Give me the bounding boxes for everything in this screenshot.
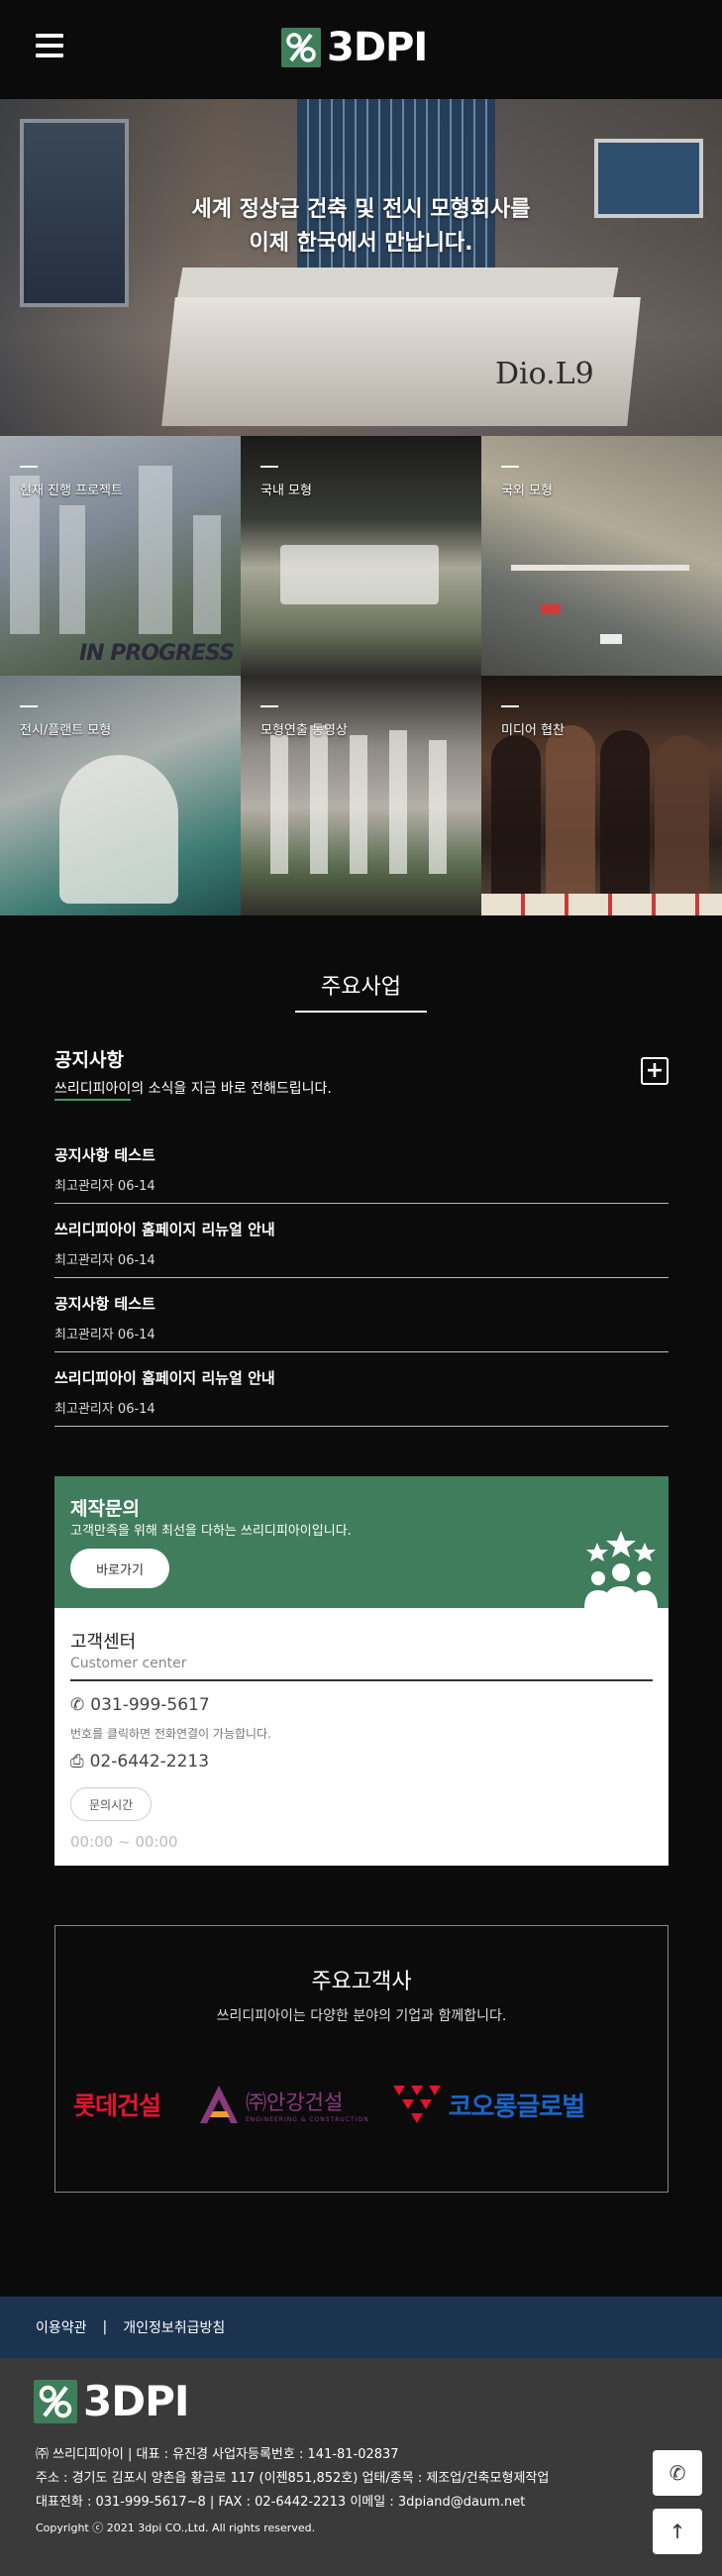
phone-icon: ✆ — [669, 2461, 686, 2485]
fax-number: 02-6442-2213 — [89, 1752, 210, 1771]
hero-title-line1: 세계 정상급 건축 및 전시 모형회사를 — [191, 197, 531, 222]
clients-title: 주요고객사 — [311, 1970, 412, 1994]
phone-icon: ✆ — [70, 1695, 85, 1715]
client-logo-anyang: ㈜안강건설 ENGINEERING & CONSTRUCTION — [196, 2084, 369, 2125]
notice-item[interactable]: 쓰리디피아이 홈페이지 리뉴얼 안내 최고관리자 06-14 — [54, 1204, 669, 1278]
company-info: ㈜ 쓰리디피아이 | 대표 : 유진경 사업자등록번호 : 141-81-028… — [36, 2443, 549, 2540]
copyright: Copyright ⓒ 2021 3dpi CO.,Ltd. All right… — [36, 2522, 316, 2534]
customers-stars-icon — [584, 1531, 658, 1608]
tile-exhibition-plant-models[interactable]: 전시/플랜트 모형 — [0, 676, 241, 915]
notice-subtitle: 쓰리디피아이의 소식을 지금 바로 전해드립니다. — [54, 1078, 669, 1101]
notice-item-title: 쓰리디피아이 홈페이지 리뉴얼 안내 — [54, 1221, 275, 1238]
inquiry-subtitle: 고객만족을 위해 최선을 다하는 쓰리디피아이입니다. — [70, 1524, 352, 1539]
hours-label: 문의시간 — [70, 1787, 153, 1821]
inquiry-banner: 제작문의 고객만족을 위해 최선을 다하는 쓰리디피아이입니다. 바로가기 — [54, 1476, 669, 1608]
tile-model-videos[interactable]: 모형연출 동영상 — [241, 676, 481, 915]
tile-label: 전시/플랜트 모형 — [20, 723, 112, 738]
footer-logo: 3DPI — [34, 2380, 189, 2423]
site-footer: 3DPI ㈜ 쓰리디피아이 | 대표 : 유진경 사업자등록번호 : 141-8… — [0, 2358, 722, 2576]
tile-label: 국외 모형 — [501, 483, 553, 498]
tile-current-projects[interactable]: 현재 진행 프로젝트 IN PROGRESS — [0, 436, 241, 676]
notice-item[interactable]: 공지사항 테스트 최고관리자 06-14 — [54, 1278, 669, 1352]
fax-icon: ⎙ — [70, 1752, 84, 1771]
hero-title: 세계 정상급 건축 및 전시 모형회사를 이제 한국에서 만납니다. — [0, 193, 722, 261]
clients-logo-slider: 롯데건설 ㈜안강건설 ENGINEERING & CONSTRUCTION 코오… — [73, 2080, 668, 2129]
notice-item-title: 공지사항 테스트 — [54, 1295, 155, 1313]
phone-note: 번호를 클릭하면 전화연결이 가능합니다. — [70, 1727, 271, 1741]
notice-more-button[interactable]: + — [641, 1057, 669, 1085]
logo-mark-icon — [34, 2380, 77, 2423]
logo-text: 3DPI — [327, 25, 428, 70]
notice-item[interactable]: 공지사항 테스트 최고관리자 06-14 — [54, 1129, 669, 1204]
business-title: 주요사업 — [295, 969, 427, 1013]
in-progress-overlay: IN PROGRESS — [79, 641, 235, 666]
portfolio-grid: 현재 진행 프로젝트 IN PROGRESS 국내 모형 국외 모형 전시/플랜… — [0, 436, 722, 915]
business-section-header: 주요사업 — [0, 969, 722, 1013]
tile-domestic-models[interactable]: 국내 모형 — [241, 436, 481, 676]
footer-links-bar: 이용약관 | 개인정보취급방침 — [0, 2297, 722, 2358]
company-info-line: 주소 : 경기도 김포시 양촌읍 황금로 117 (이젠851,852호) 업태… — [36, 2471, 550, 2486]
customer-center-subtitle: Customer center — [70, 1656, 187, 1671]
notice-section: 공지사항 쓰리디피아이의 소식을 지금 바로 전해드립니다. + 공지사항 테스… — [54, 1045, 669, 1427]
site-header: 3DPI — [0, 0, 722, 99]
tile-overseas-models[interactable]: 국외 모형 — [481, 436, 722, 676]
notice-subtitle-highlight: 쓰리디피아이 — [54, 1081, 132, 1101]
customer-center-title: 고객센터 — [70, 1632, 137, 1653]
kolon-mark-icon — [392, 2086, 441, 2123]
inquiry-title: 제작문의 — [70, 1498, 140, 1520]
fax-row: ⎙ 02-6442-2213 — [70, 1752, 653, 1771]
hero-banner: Dio.L9 세계 정상급 건축 및 전시 모형회사를 이제 한국에서 만납니다… — [0, 99, 722, 436]
phone-number: 031-999-5617 — [90, 1695, 210, 1715]
customer-center: 고객센터 Customer center ✆ 031-999-5617 번호를 … — [54, 1608, 669, 1851]
client-logo-lotte: 롯데건설 — [73, 2092, 161, 2120]
hours-value: 00:00 ~ 00:00 — [70, 1833, 178, 1851]
privacy-link[interactable]: 개인정보취급방침 — [123, 2317, 225, 2337]
notice-subtitle-rest: 의 소식을 지금 바로 전해드립니다. — [131, 1081, 332, 1097]
company-info-line: 대표전화 : 031-999-5617~8 | FAX : 02-6442-22… — [36, 2495, 526, 2510]
scroll-top-button[interactable]: ↑ — [653, 2509, 702, 2554]
site-logo[interactable]: 3DPI — [281, 25, 428, 70]
notice-item-meta: 최고관리자 06-14 — [54, 1179, 155, 1194]
notice-item-title: 공지사항 테스트 — [54, 1146, 155, 1164]
footer-logo-text: 3DPI — [83, 2377, 189, 2425]
hero-brand-sign: Dio.L9 — [495, 357, 594, 391]
arrow-up-icon: ↑ — [669, 2520, 686, 2543]
notice-title: 공지사항 — [54, 1049, 124, 1071]
notice-item[interactable]: 쓰리디피아이 홈페이지 리뉴얼 안내 최고관리자 06-14 — [54, 1352, 669, 1427]
clients-section: 주요고객사 쓰리디피아이는 다양한 분야의 기업과 함께합니다. 롯데건설 ㈜안… — [54, 1925, 669, 2193]
notice-item-meta: 최고관리자 06-14 — [54, 1328, 155, 1342]
anyang-name: ㈜안강건설 — [246, 2090, 344, 2114]
kolon-name: 코오롱글로벌 — [448, 2092, 586, 2122]
notice-item-title: 쓰리디피아이 홈페이지 리뉴얼 안내 — [54, 1369, 275, 1387]
tile-media-sponsorship[interactable]: 미디어 협찬 — [481, 676, 722, 915]
client-logo-kolon: 코오롱글로벌 — [391, 2082, 585, 2127]
anyang-mark-icon — [200, 2086, 239, 2123]
clients-subtitle: 쓰리디피아이는 다양한 분야의 기업과 함께합니다. — [216, 2008, 507, 2024]
floating-call-button[interactable]: ✆ — [653, 2450, 702, 2496]
hero-title-line2: 이제 한국에서 만납니다. — [249, 231, 473, 256]
menu-icon[interactable] — [36, 34, 63, 59]
inquiry-card: 제작문의 고객만족을 위해 최선을 다하는 쓰리디피아이입니다. 바로가기 고객… — [54, 1476, 669, 1866]
company-info-line: ㈜ 쓰리디피아이 | 대표 : 유진경 사업자등록번호 : 141-81-028… — [36, 2447, 399, 2462]
tile-label: 미디어 협찬 — [501, 723, 565, 738]
logo-mark-icon — [281, 28, 321, 67]
tile-label: 현재 진행 프로젝트 — [20, 483, 123, 498]
phone-link[interactable]: ✆ 031-999-5617 — [70, 1695, 653, 1715]
notice-item-meta: 최고관리자 06-14 — [54, 1402, 155, 1417]
inquiry-go-button[interactable]: 바로가기 — [70, 1549, 169, 1588]
tile-label: 모형연출 동영상 — [260, 723, 348, 738]
terms-link[interactable]: 이용약관 — [36, 2317, 87, 2337]
notice-item-meta: 최고관리자 06-14 — [54, 1253, 155, 1268]
anyang-eng: ENGINEERING & CONSTRUCTION — [246, 2115, 369, 2123]
notice-list: 공지사항 테스트 최고관리자 06-14 쓰리디피아이 홈페이지 리뉴얼 안내 … — [54, 1129, 669, 1427]
tile-label: 국내 모형 — [260, 483, 312, 498]
